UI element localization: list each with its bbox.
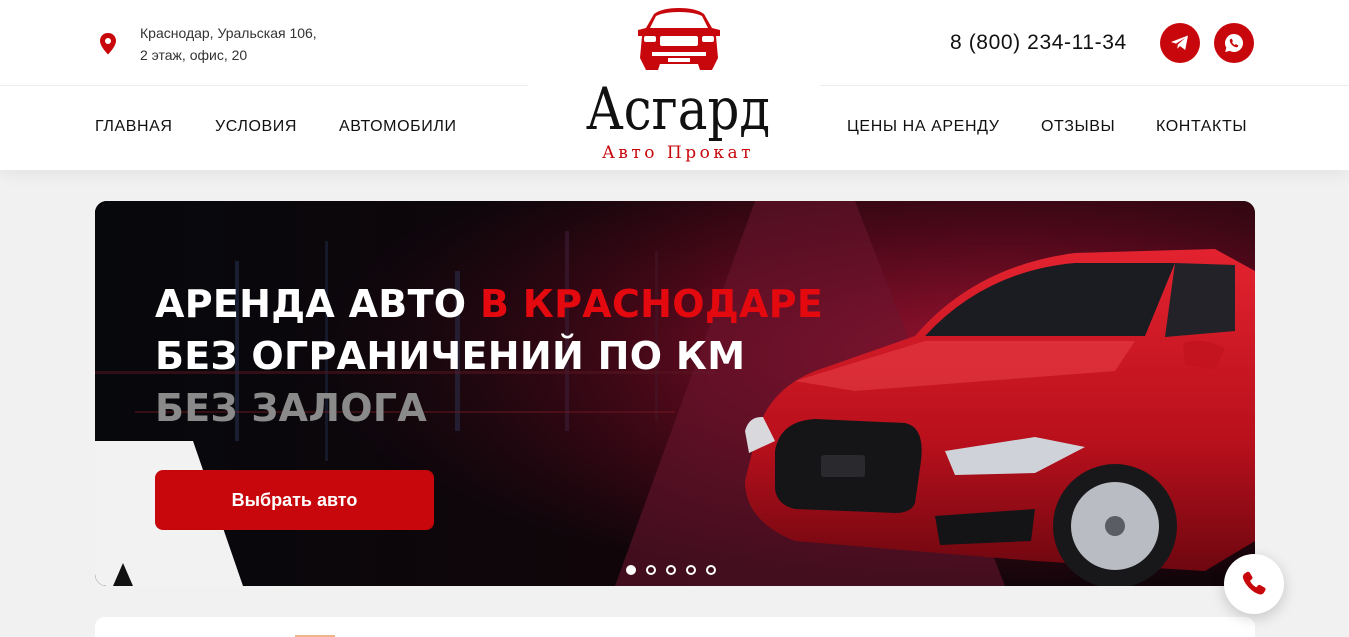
nav-item-prices[interactable]: Цены на аренду (847, 118, 1000, 136)
slider-dot-3[interactable] (666, 565, 676, 575)
map-pin-icon (100, 33, 116, 55)
next-section-top (95, 617, 1255, 637)
logo-tagline: Авто Прокат (601, 143, 755, 163)
site-header: Краснодар, Уральская 106, 2 этаж, офис, … (0, 0, 1349, 170)
hero-line-1-red: в Краснодаре (479, 282, 824, 326)
phone-icon (1242, 571, 1266, 595)
slider-dot-1[interactable] (626, 565, 636, 575)
slider-pagination (626, 565, 716, 575)
address-line-2: 2 этаж, офис, 20 (140, 47, 248, 63)
hero-line-1-white: Аренда авто (155, 282, 480, 326)
whatsapp-icon (1225, 33, 1244, 52)
site-logo[interactable]: Асгард Авто Прокат (528, 0, 820, 170)
slider-dot-2[interactable] (646, 565, 656, 575)
hero-line-2: Без ограничений по км (155, 334, 746, 378)
telegram-button[interactable] (1160, 23, 1200, 63)
nav-item-home[interactable]: Главная (95, 118, 173, 136)
header-phone-link[interactable]: 8 (800) 234-11-34 (950, 31, 1127, 55)
choose-car-button[interactable]: Выбрать авто (155, 470, 434, 530)
nav-item-cars[interactable]: Автомобили (339, 118, 457, 136)
address-line-1: Краснодар, Уральская 106, (140, 25, 317, 41)
nav-item-conditions[interactable]: Условия (215, 118, 297, 136)
slider-dot-4[interactable] (686, 565, 696, 575)
call-button[interactable] (1224, 554, 1284, 614)
nav-item-reviews[interactable]: Отзывы (1041, 118, 1115, 136)
address-text: Краснодар, Уральская 106, 2 этаж, офис, … (140, 22, 317, 66)
hero-slider: Аренда авто в Краснодаре Без ограничений… (95, 201, 1255, 586)
logo-name: Асгард (585, 75, 771, 143)
telegram-icon (1171, 35, 1188, 50)
logo-car-icon (638, 8, 720, 70)
nav-item-contacts[interactable]: Контакты (1156, 118, 1247, 136)
address-block: Краснодар, Уральская 106, 2 этаж, офис, … (98, 22, 317, 66)
slider-dot-5[interactable] (706, 565, 716, 575)
hero-line-3: Без залога (155, 386, 428, 430)
whatsapp-button[interactable] (1214, 23, 1254, 63)
hero-line-1: Аренда авто в Краснодаре (155, 281, 823, 327)
